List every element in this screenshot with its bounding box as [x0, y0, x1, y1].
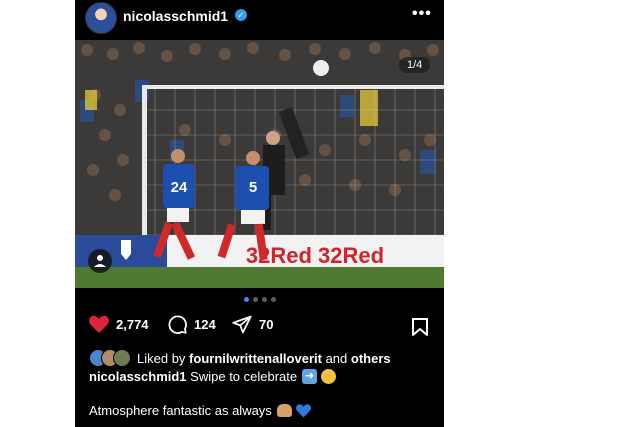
- comment-icon[interactable]: [167, 314, 188, 335]
- carousel-dot: [261, 297, 267, 302]
- right-arrow-icon: ➜: [302, 369, 318, 384]
- avatar[interactable]: [85, 2, 117, 34]
- caption-text: Swipe to celebrate: [190, 369, 298, 384]
- post-header: nicolasschmid1 ✓ •••: [75, 0, 444, 38]
- post-photo[interactable]: 32Red 32Red 24 5 1/4: [75, 40, 444, 288]
- liked-by-prefix: Liked by: [137, 350, 186, 366]
- photo-counter: 1/4: [399, 57, 431, 73]
- comments-count: 124: [194, 317, 216, 332]
- carousel-indicator: [75, 297, 444, 302]
- carousel-dot: [270, 297, 276, 302]
- flexed-biceps-icon: [276, 404, 292, 417]
- player-number: 5: [249, 179, 257, 196]
- instagram-post: nicolasschmid1 ✓ ••• 32Red 32Red 24 5 1/…: [75, 0, 444, 427]
- liker-avatar[interactable]: [113, 349, 131, 367]
- heart-icon[interactable]: [88, 314, 110, 334]
- caption-username[interactable]: nicolasschmid1: [89, 369, 187, 384]
- shares-count: 70: [259, 317, 274, 332]
- comment-text: Atmosphere fantastic as always: [89, 403, 272, 418]
- share-action: 70: [231, 314, 273, 335]
- save-button[interactable]: [411, 317, 429, 342]
- player-number: 24: [171, 179, 188, 196]
- football-goal-photo: 32Red 32Red 24 5: [75, 40, 444, 288]
- share-icon[interactable]: [231, 314, 253, 335]
- like-action: 2,774: [88, 314, 149, 334]
- liked-by-line: Liked by fournilwrittenalloverit and oth…: [89, 349, 391, 367]
- more-horizontal-icon[interactable]: •••: [412, 5, 432, 23]
- verified-badge-icon: ✓: [235, 9, 247, 21]
- post-username[interactable]: nicolasschmid1: [123, 8, 228, 24]
- tag-people-button[interactable]: [88, 249, 112, 273]
- caption-body: Atmosphere fantastic as always: [89, 403, 312, 418]
- bookmark-icon: [412, 318, 428, 336]
- likes-count: 2,774: [116, 316, 149, 332]
- carousel-dot: [243, 297, 249, 302]
- liked-by-middle: and: [325, 350, 348, 366]
- post-actions: 2,774 124 70: [75, 314, 444, 340]
- person-icon: [94, 255, 106, 267]
- carousel-dot: [252, 297, 258, 302]
- post-caption: nicolasschmid1 Swipe to celebrate ➜: [89, 369, 337, 384]
- tongue-face-icon: [321, 369, 337, 384]
- liked-by-user[interactable]: fournilwrittenalloverit: [189, 351, 322, 366]
- comment-action: 124: [167, 314, 216, 335]
- liked-by-others[interactable]: others: [351, 351, 391, 366]
- blue-heart-icon: [295, 404, 311, 418]
